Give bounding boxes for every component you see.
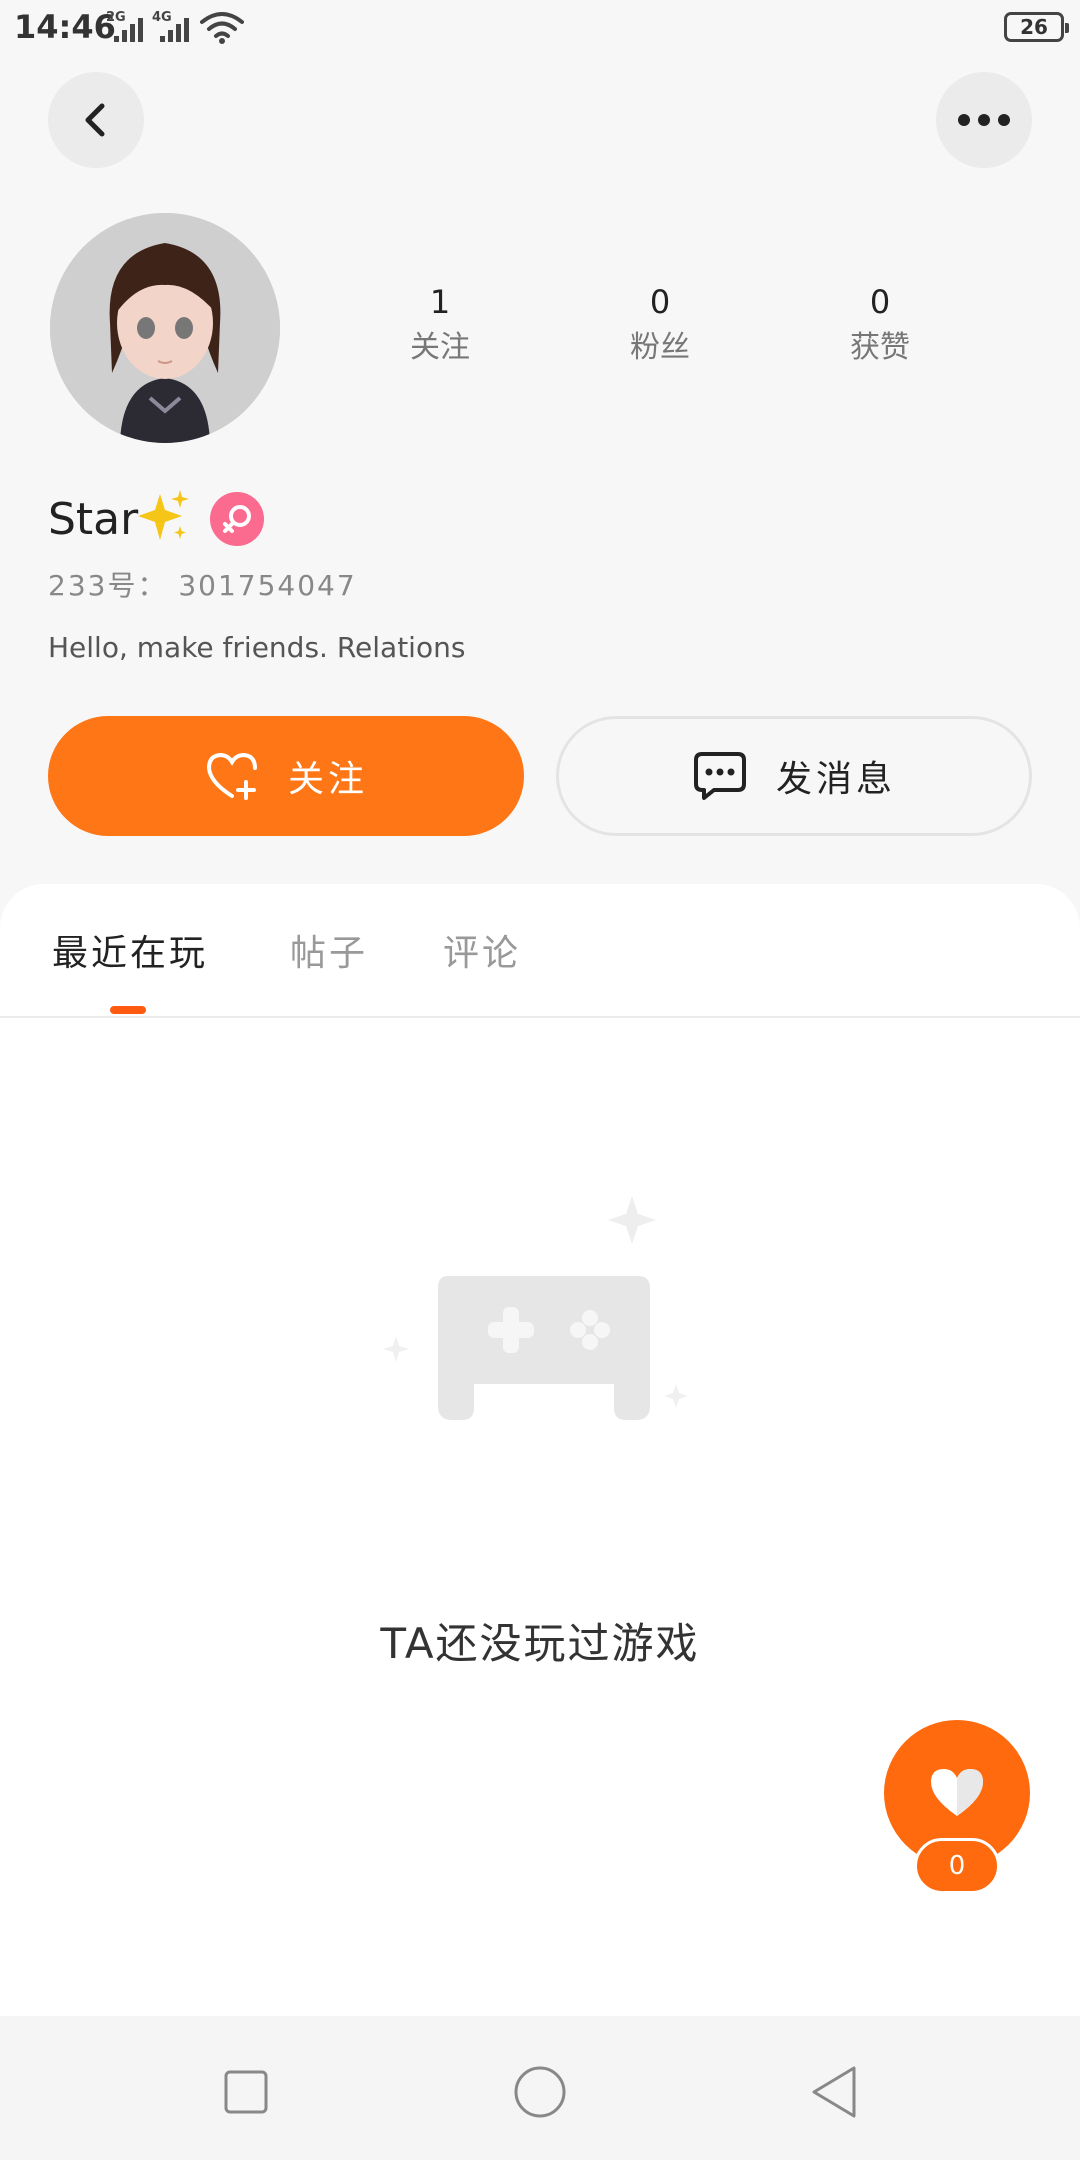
likes-count: 0 xyxy=(869,283,891,321)
battery-icon: 26 xyxy=(1004,12,1069,42)
empty-state-text: TA还没玩过游戏 xyxy=(380,1619,700,1668)
stat-following[interactable]: 1 关注 xyxy=(360,282,520,370)
chat-bubble-icon xyxy=(693,752,746,800)
back-button[interactable] xyxy=(48,72,144,168)
female-gender-icon xyxy=(210,492,264,546)
follow-button[interactable]: 关注 xyxy=(48,716,524,836)
battery-level: 26 xyxy=(1020,15,1048,39)
follow-label: 关注 xyxy=(287,759,368,800)
triangle-back-icon xyxy=(812,2066,856,2118)
avatar[interactable] xyxy=(50,213,280,443)
system-nav-bar xyxy=(0,2016,1080,2160)
heart-plus-icon xyxy=(206,752,257,800)
user-id: 233号： 301754047 xyxy=(48,569,357,602)
gamepad-empty-icon xyxy=(383,1196,688,1420)
tab-divider xyxy=(0,1016,1080,1018)
wifi-icon xyxy=(200,12,244,44)
send-message-label: 发消息 xyxy=(775,759,896,800)
username: Star xyxy=(48,494,139,545)
status-time: 14:46 xyxy=(14,8,116,46)
fans-count: 0 xyxy=(649,283,671,321)
send-message-button[interactable]: 发消息 xyxy=(556,716,1032,836)
tab-active-indicator xyxy=(110,1006,146,1014)
following-count: 1 xyxy=(429,283,451,321)
following-label: 关注 xyxy=(410,330,470,365)
status-bar: 14:46 2G 4G 26 xyxy=(0,0,1080,56)
sparkles-icon xyxy=(138,490,189,540)
likes-label: 获赞 xyxy=(850,330,910,365)
like-count-badge: 0 xyxy=(914,1838,1000,1894)
circle-icon xyxy=(514,2066,566,2118)
chevron-left-icon xyxy=(85,103,105,137)
fans-label: 粉丝 xyxy=(630,330,690,365)
user-bio: Hello, make friends. Relations xyxy=(48,631,466,664)
recent-apps-button[interactable] xyxy=(206,2052,286,2132)
tab-posts[interactable]: 帖子 xyxy=(290,930,368,978)
heart-icon xyxy=(931,1769,983,1816)
more-dots-icon xyxy=(958,114,1010,126)
avatar-image xyxy=(50,213,280,443)
square-icon xyxy=(224,2070,268,2114)
more-options-button[interactable] xyxy=(936,72,1032,168)
stat-fans[interactable]: 0 粉丝 xyxy=(580,282,740,370)
tab-comments[interactable]: 评论 xyxy=(443,930,521,978)
stat-likes[interactable]: 0 获赞 xyxy=(800,282,960,370)
home-button[interactable] xyxy=(500,2052,580,2132)
system-back-button[interactable] xyxy=(794,2052,874,2132)
tab-recently-played[interactable]: 最近在玩 xyxy=(52,930,208,978)
